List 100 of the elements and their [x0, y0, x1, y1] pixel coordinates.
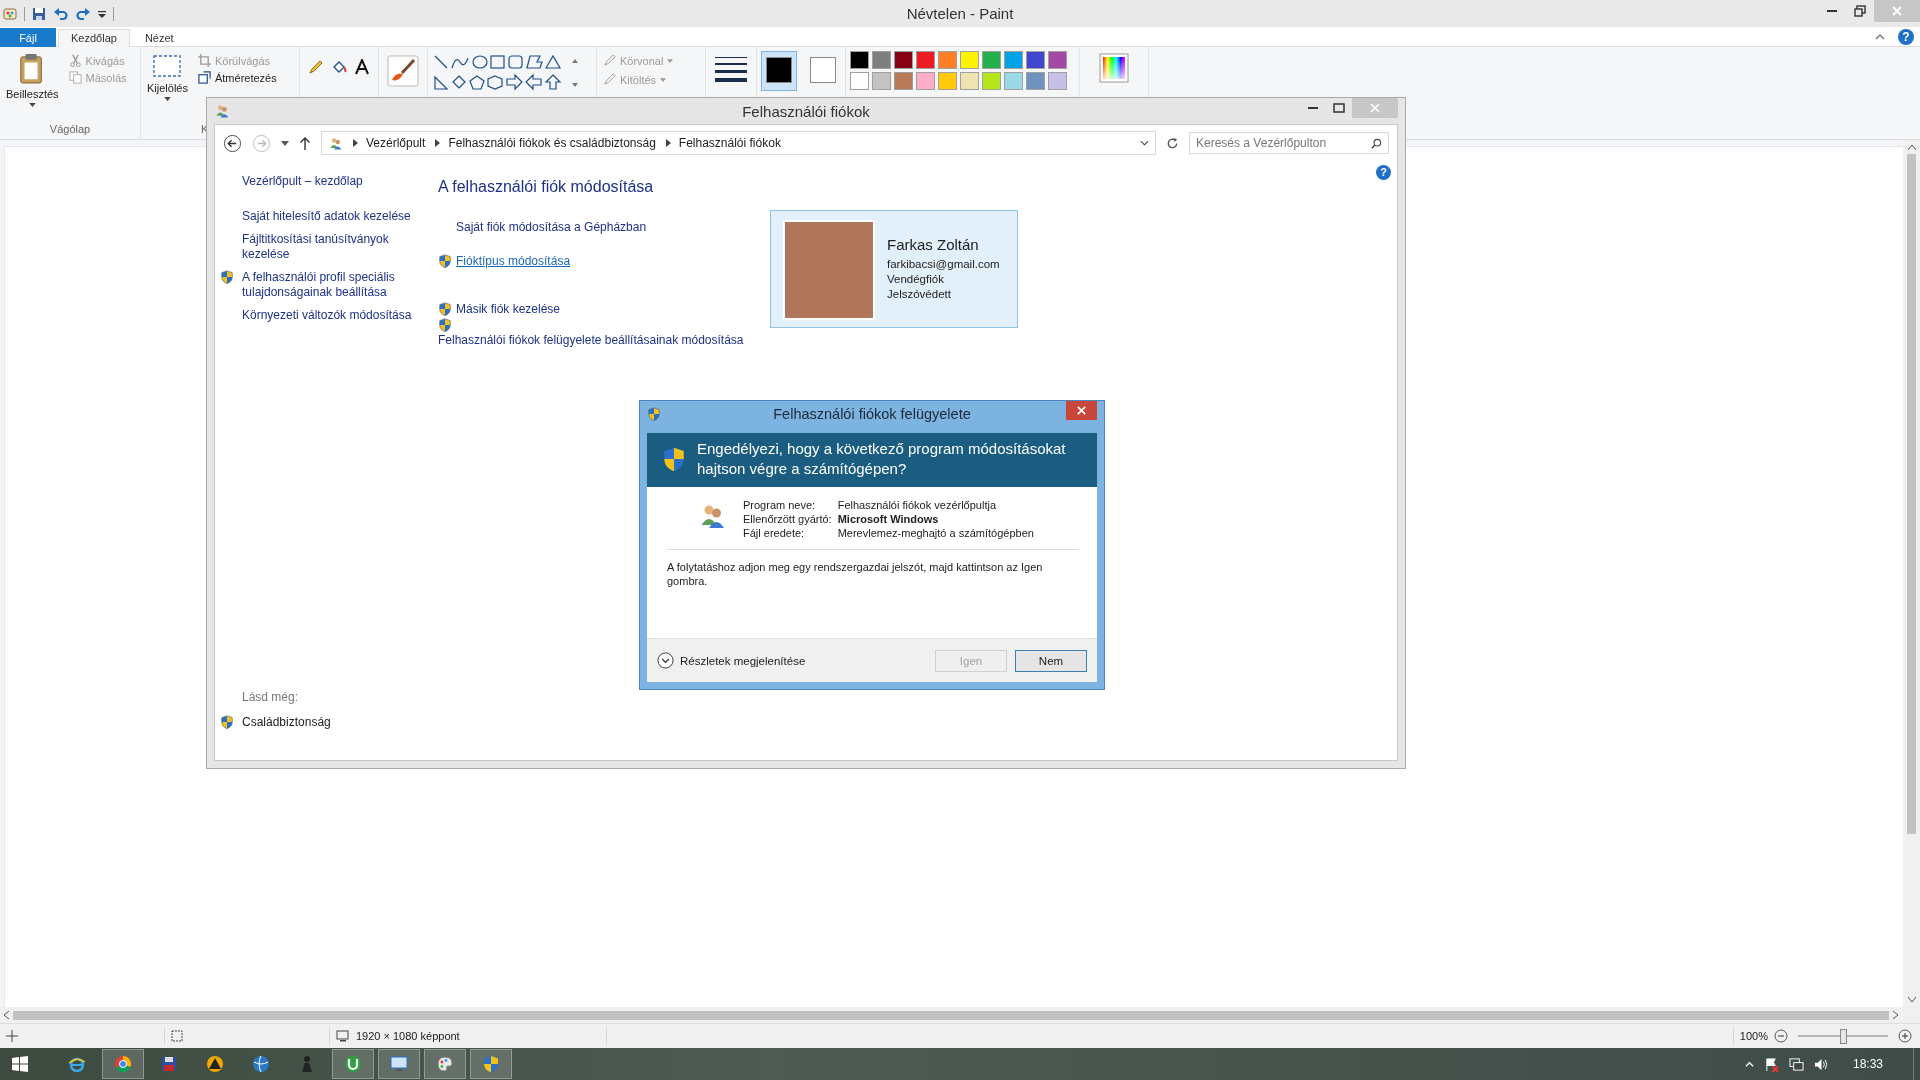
breadcrumb[interactable]: Felhasználói fiókok és családbiztonság [448, 136, 656, 150]
fill-bucket-icon[interactable] [331, 59, 347, 75]
search-field[interactable]: Keresés a Vezérlőpulton [1189, 132, 1389, 154]
horizontal-scrollbar[interactable] [0, 1007, 1920, 1023]
flag-icon[interactable] [1763, 1056, 1779, 1072]
palette-swatch[interactable] [916, 51, 935, 69]
palette-swatch[interactable] [960, 51, 979, 69]
address-bar[interactable]: Vezérlőpult Felhasználói fiókok és családbiztonság Felhasználói fiókok [321, 131, 1156, 155]
caret-icon [28, 103, 36, 107]
caret-icon [667, 58, 674, 63]
paste-button[interactable]: Beillesztés [4, 51, 61, 109]
customize-caret-icon[interactable] [97, 8, 107, 19]
sidebar-link[interactable]: Családbiztonság [242, 715, 412, 730]
help-button[interactable]: ? [1898, 28, 1914, 45]
save-icon[interactable] [31, 5, 47, 22]
palette-swatch[interactable] [938, 51, 957, 69]
palette-swatch[interactable] [938, 72, 957, 90]
sidebar-link[interactable]: Vezérlőpult – kezdőlap [242, 174, 412, 189]
sidebar-link[interactable]: A felhasználói profil speciális tulajdonságainak beállítása [242, 270, 412, 300]
selection-size-icon [171, 1030, 183, 1042]
shield-icon [481, 1054, 501, 1074]
palette-swatch[interactable] [1048, 51, 1067, 69]
help-button[interactable]: ? [1376, 165, 1391, 180]
scroll-left-icon[interactable] [4, 1011, 9, 1019]
palette-swatch[interactable] [1026, 51, 1045, 69]
redo-icon[interactable] [75, 5, 91, 22]
back-icon[interactable] [223, 133, 242, 153]
palette-swatch[interactable] [1004, 51, 1023, 69]
taskbar-button[interactable] [378, 1049, 420, 1079]
scrollbar-thumb[interactable] [1907, 154, 1916, 834]
zoom-in-icon[interactable] [1898, 1029, 1912, 1043]
close-button[interactable] [1066, 401, 1097, 420]
task-link[interactable]: Felhasználói fiókok felügyelete beállításainak módosítása [438, 333, 744, 347]
account-name: Farkas Zoltán [887, 236, 980, 253]
clock-time[interactable]: 18:33 [1852, 1057, 1883, 1071]
brush-icon[interactable] [387, 55, 419, 87]
palette-swatch[interactable] [960, 72, 979, 90]
task-link[interactable]: Fióktípus módosítása [456, 254, 571, 268]
scroll-up-icon[interactable] [1907, 145, 1916, 150]
palette-swatch[interactable] [850, 72, 869, 90]
ribbon-tab[interactable]: Kezdőlap [58, 29, 130, 47]
move-cursor-icon [6, 1030, 18, 1042]
network-icon[interactable] [1788, 1056, 1804, 1072]
task-link[interactable]: Másik fiók kezelése [456, 302, 561, 316]
palette-swatch[interactable] [916, 72, 935, 90]
refresh-icon[interactable] [1166, 136, 1179, 150]
search-icon[interactable] [1371, 137, 1382, 149]
up-arrow-icon[interactable] [299, 136, 311, 150]
account-email: farkibacsi@gmail.com [887, 257, 1000, 272]
palette-swatch[interactable] [982, 51, 1001, 69]
caret-icon [660, 77, 667, 82]
resize-button[interactable]: Átméretezés [195, 70, 279, 85]
pencil-icon[interactable] [308, 59, 324, 75]
undo-icon[interactable] [53, 5, 69, 22]
detail-value: Felhasználói fiókok vezérlőpultja [837, 499, 998, 511]
sidebar-link[interactable]: Saját hitelesítő adatok kezelése [242, 209, 412, 224]
taskbar-button[interactable] [424, 1049, 466, 1079]
edit-colors-icon[interactable] [1099, 53, 1129, 83]
palette-swatch[interactable] [1048, 72, 1067, 90]
palette-swatch[interactable] [850, 51, 869, 69]
palette-swatch[interactable] [872, 72, 891, 90]
taskbar-button[interactable] [332, 1049, 374, 1079]
breadcrumb[interactable]: Vezérlőpult [366, 136, 426, 150]
volume-icon[interactable] [1813, 1056, 1829, 1072]
text-tool-icon[interactable] [354, 59, 370, 75]
palette-swatch[interactable] [894, 51, 913, 69]
resize-icon [197, 71, 211, 84]
start-icon[interactable] [12, 1056, 28, 1072]
scroll-down-icon[interactable] [1907, 997, 1916, 1002]
shield-icon [438, 254, 452, 268]
detail-label: Fájl eredete: [743, 527, 806, 539]
palette-swatch[interactable] [1004, 72, 1023, 90]
dialog-button[interactable]: Nem [1015, 649, 1087, 672]
select-button[interactable]: Kijelölés [145, 51, 190, 103]
breadcrumb[interactable]: Felhasználói fiókok [678, 136, 781, 150]
monitor-icon [389, 1054, 409, 1074]
scrollbar-thumb[interactable] [13, 1010, 1889, 1020]
ribbon-tab[interactable]: Fájl [0, 28, 56, 47]
close-icon [1369, 102, 1381, 114]
chevron-right-icon[interactable] [353, 139, 358, 147]
palette-swatch[interactable] [894, 72, 913, 90]
sidebar-link[interactable]: Környezeti változók módosítása [242, 308, 412, 323]
line-size-icon[interactable] [715, 55, 747, 83]
sidebar-link[interactable]: Fájltitkosítási tanúsítványok kezelése [242, 232, 412, 262]
show-hidden-icons-icon[interactable] [1744, 1059, 1754, 1069]
color-slot[interactable] [761, 51, 797, 91]
ribbon-tab[interactable]: Nézet [131, 29, 187, 47]
palette-swatch[interactable] [982, 72, 1001, 90]
chevron-right-icon[interactable] [665, 139, 671, 147]
show-details-toggle[interactable]: Részletek megjelenítése [657, 652, 806, 669]
chevron-right-icon[interactable] [435, 139, 441, 147]
copy-icon [68, 71, 82, 84]
scroll-right-icon[interactable] [1893, 1011, 1898, 1019]
zoom-out-icon[interactable] [1774, 1029, 1788, 1043]
palette-swatch[interactable] [1026, 72, 1045, 90]
vertical-scrollbar[interactable] [1903, 140, 1920, 1007]
task-link[interactable]: Saját fiók módosítása a Gépházban [456, 220, 647, 234]
palette-swatch[interactable] [872, 51, 891, 69]
dropdown-caret-icon[interactable] [1140, 140, 1149, 146]
image-dimensions: 1920 × 1080 képpont [356, 1030, 460, 1042]
